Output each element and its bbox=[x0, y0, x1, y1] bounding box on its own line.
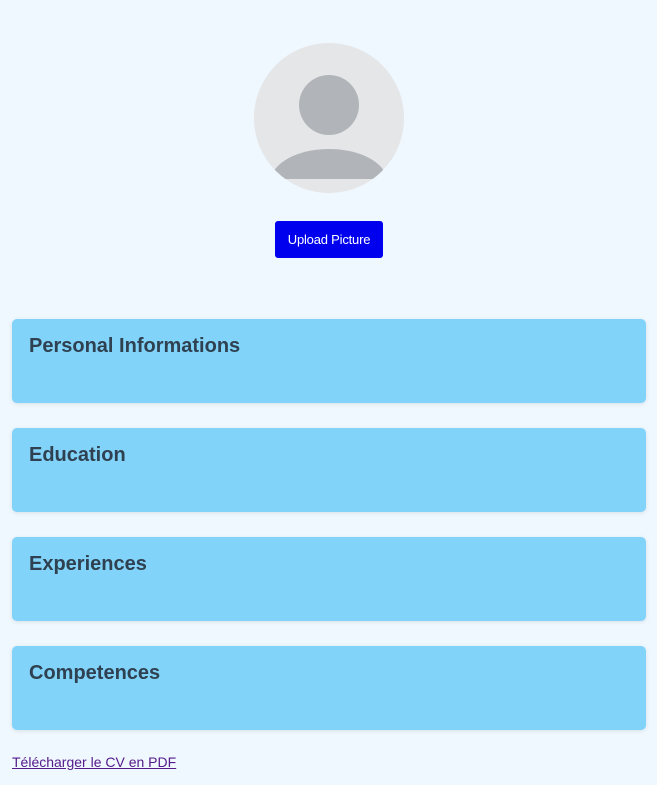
section-education[interactable]: Education bbox=[12, 428, 646, 512]
section-title: Experiences bbox=[29, 553, 147, 575]
section-competences[interactable]: Competences bbox=[12, 646, 646, 730]
upload-picture-button[interactable]: Upload Picture bbox=[275, 221, 383, 258]
user-silhouette-icon bbox=[254, 43, 404, 193]
profile-avatar bbox=[254, 43, 404, 193]
section-title: Competences bbox=[29, 662, 161, 684]
download-cv-pdf-link[interactable]: Télécharger le CV en PDF bbox=[12, 754, 176, 770]
section-title: Education bbox=[29, 444, 126, 466]
section-personal-informations[interactable]: Personal Informations bbox=[12, 319, 646, 403]
section-title: Personal Informations bbox=[29, 335, 241, 357]
section-experiences[interactable]: Experiences bbox=[12, 537, 646, 621]
